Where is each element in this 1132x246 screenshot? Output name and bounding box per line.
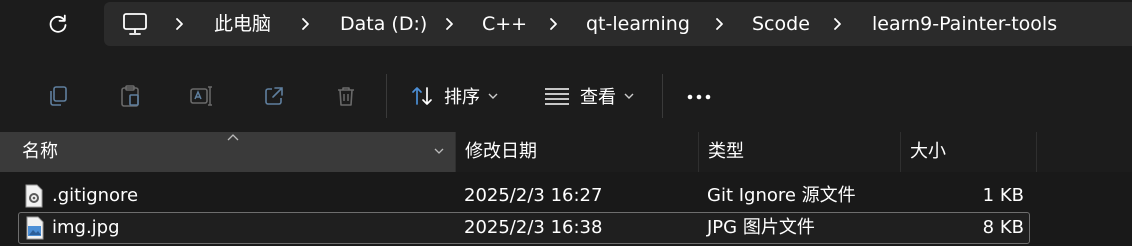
column-type-label: 类型 bbox=[708, 141, 744, 162]
column-header-date[interactable]: 修改日期 bbox=[455, 132, 698, 172]
chevron-right-icon[interactable] bbox=[442, 16, 458, 32]
column-filter-dropdown-icon[interactable] bbox=[433, 145, 445, 157]
column-header-row: 名称 修改日期 类型 大小 bbox=[0, 132, 1132, 172]
file-type: JPG 图片文件 bbox=[707, 217, 815, 238]
file-date: 2025/2/3 16:38 bbox=[464, 217, 603, 238]
sort-ascending-icon bbox=[227, 134, 239, 141]
chevron-right-icon[interactable] bbox=[712, 16, 728, 32]
sort-icon bbox=[412, 87, 432, 105]
refresh-button[interactable] bbox=[38, 6, 78, 42]
paste-icon bbox=[121, 85, 139, 107]
file-size: 8 KB bbox=[982, 217, 1024, 238]
chevron-right-icon[interactable] bbox=[172, 16, 188, 32]
copy-button[interactable] bbox=[44, 82, 72, 110]
breadcrumb-scode[interactable]: Scode bbox=[752, 2, 810, 46]
file-date: 2025/2/3 16:27 bbox=[464, 185, 603, 206]
address-bar[interactable]: 此电脑 Data (D:) C++ qt-learning Scode lear… bbox=[104, 2, 1132, 46]
column-name-label: 名称 bbox=[22, 141, 58, 162]
breadcrumb-qt-learning[interactable]: qt-learning bbox=[586, 2, 690, 46]
view-label: 查看 bbox=[580, 87, 616, 108]
view-button[interactable]: 查看 bbox=[544, 76, 634, 116]
more-options-icon[interactable] bbox=[684, 84, 716, 110]
breadcrumb-current-folder[interactable]: learn9-Painter-tools bbox=[872, 2, 1057, 46]
share-button[interactable] bbox=[260, 82, 288, 110]
this-pc-icon bbox=[123, 13, 147, 35]
share-icon bbox=[265, 87, 283, 105]
chevron-right-icon[interactable] bbox=[298, 16, 314, 32]
file-name: .gitignore bbox=[52, 185, 139, 206]
rename-button[interactable] bbox=[188, 82, 216, 110]
chevron-down-icon bbox=[488, 93, 498, 99]
file-row[interactable]: .gitignore 2025/2/3 16:27 Git Ignore 源文件… bbox=[18, 180, 1030, 212]
refresh-icon bbox=[49, 14, 67, 33]
view-list-icon bbox=[545, 88, 569, 105]
breadcrumb-drive-d[interactable]: Data (D:) bbox=[340, 2, 427, 46]
toolbar-divider bbox=[662, 74, 663, 118]
chevron-down-icon bbox=[624, 93, 634, 99]
image-file-icon bbox=[26, 216, 44, 240]
file-size: 1 KB bbox=[982, 185, 1024, 206]
rename-icon bbox=[190, 86, 212, 106]
toolbar-divider bbox=[386, 74, 387, 118]
delete-button[interactable] bbox=[332, 82, 360, 110]
paste-button[interactable] bbox=[116, 82, 144, 110]
column-date-label: 修改日期 bbox=[465, 141, 537, 162]
column-header-type[interactable]: 类型 bbox=[698, 132, 900, 172]
file-name: img.jpg bbox=[52, 217, 120, 238]
file-type: Git Ignore 源文件 bbox=[707, 185, 856, 206]
gear-file-icon bbox=[25, 184, 43, 208]
column-header-size[interactable]: 大小 bbox=[900, 132, 1036, 172]
navigation-bar: 此电脑 Data (D:) C++ qt-learning Scode lear… bbox=[0, 0, 1132, 58]
command-bar: 排序 查看 bbox=[0, 58, 1132, 132]
file-row-selected[interactable]: img.jpg 2025/2/3 16:38 JPG 图片文件 8 KB bbox=[18, 212, 1030, 244]
sort-label: 排序 bbox=[444, 87, 480, 108]
sort-button[interactable]: 排序 bbox=[410, 76, 498, 116]
column-size-label: 大小 bbox=[910, 141, 946, 162]
copy-icon bbox=[50, 86, 67, 106]
trash-icon bbox=[338, 87, 354, 106]
chevron-right-icon[interactable] bbox=[830, 16, 846, 32]
breadcrumb-cpp[interactable]: C++ bbox=[482, 2, 527, 46]
chevron-right-icon[interactable] bbox=[546, 16, 562, 32]
breadcrumb-this-pc[interactable]: 此电脑 bbox=[214, 2, 271, 46]
column-divider[interactable] bbox=[1036, 132, 1037, 172]
